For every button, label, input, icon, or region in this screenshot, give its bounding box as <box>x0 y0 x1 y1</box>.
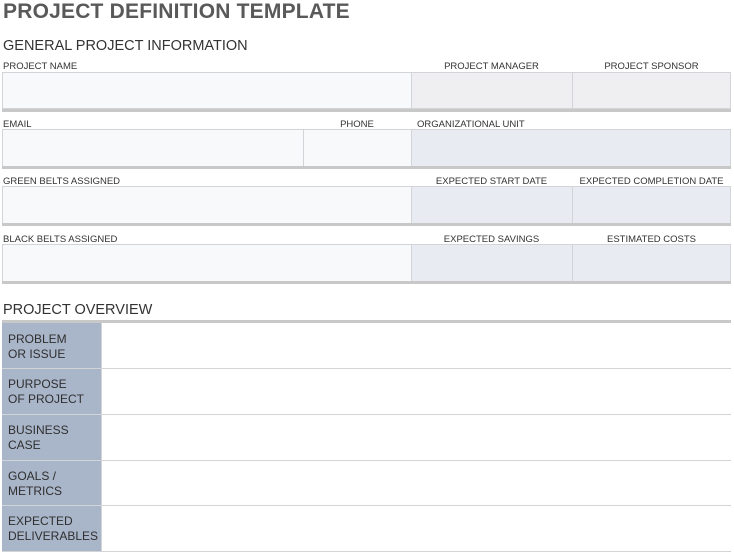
problem-field[interactable] <box>102 323 731 368</box>
expected-savings-field[interactable] <box>411 244 573 282</box>
project-manager-field[interactable] <box>411 72 573 109</box>
overview-row-problem: PROBLEM OR ISSUE <box>2 323 731 369</box>
overview-section-heading: PROJECT OVERVIEW <box>3 302 153 318</box>
overview-row-label: PROBLEM OR ISSUE <box>2 323 102 368</box>
project-name-field[interactable] <box>2 72 412 109</box>
overview-row-label: EXPECTED DELIVERABLES <box>2 506 102 551</box>
row-divider <box>2 166 731 169</box>
green-belts-field[interactable] <box>2 186 412 224</box>
row-divider <box>2 223 731 226</box>
black-belts-field[interactable] <box>2 244 412 282</box>
overview-row-business-case: BUSINESS CASE <box>2 415 731 461</box>
email-field[interactable] <box>2 129 304 167</box>
phone-field[interactable] <box>303 129 412 167</box>
organizational-unit-field[interactable] <box>411 129 731 167</box>
estimated-costs-field[interactable] <box>572 244 731 282</box>
overview-row-goals: GOALS / METRICS <box>2 461 731 506</box>
business-case-field[interactable] <box>102 415 731 460</box>
deliverables-label: EXPECTED DELIVERABLES <box>8 514 99 543</box>
overview-row-purpose: PURPOSE OF PROJECT <box>2 369 731 415</box>
purpose-field[interactable] <box>102 369 731 414</box>
problem-label: PROBLEM OR ISSUE <box>8 332 67 361</box>
goals-field[interactable] <box>102 461 731 505</box>
deliverables-field[interactable] <box>102 506 731 551</box>
goals-label: GOALS / METRICS <box>8 469 62 498</box>
project-sponsor-field[interactable] <box>572 72 731 109</box>
overview-row-label: GOALS / METRICS <box>2 461 102 505</box>
overview-row-label: BUSINESS CASE <box>2 415 102 460</box>
row-divider <box>2 281 731 284</box>
page-title: PROJECT DEFINITION TEMPLATE <box>3 0 350 23</box>
row-divider <box>2 109 731 112</box>
overview-row-label: PURPOSE OF PROJECT <box>2 369 102 414</box>
business-case-label: BUSINESS CASE <box>8 423 69 452</box>
expected-completion-date-field[interactable] <box>572 186 731 224</box>
general-section-heading: GENERAL PROJECT INFORMATION <box>3 38 248 54</box>
overview-row-deliverables: EXPECTED DELIVERABLES <box>2 506 731 552</box>
purpose-label: PURPOSE OF PROJECT <box>8 377 85 406</box>
expected-start-date-field[interactable] <box>411 186 573 224</box>
